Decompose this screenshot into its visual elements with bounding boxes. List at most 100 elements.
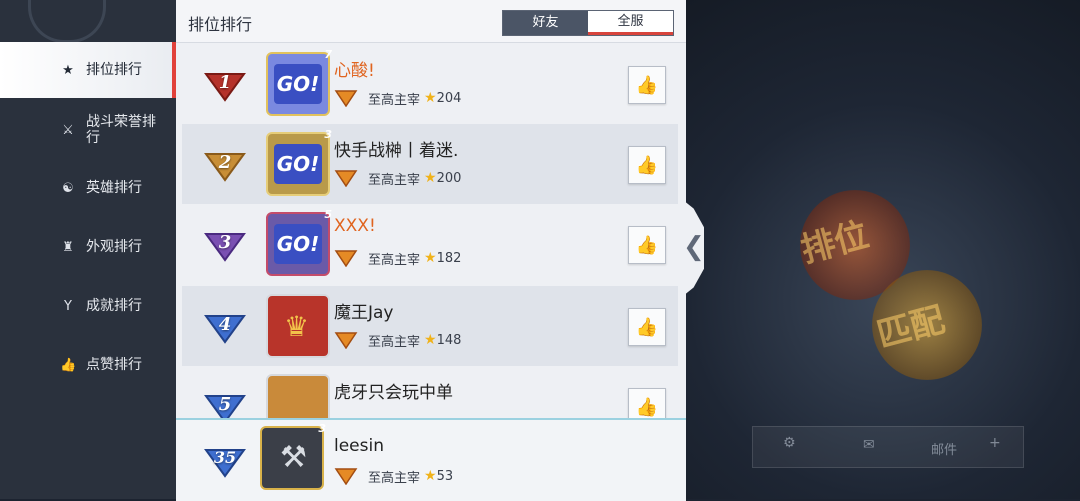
player-name: 心酸! [334,61,375,81]
sidebar-item-appearance[interactable]: ♜ 外观排行 [0,219,176,275]
like-button[interactable]: 👍 [628,146,666,184]
ranking-row: 1 GO! 7 心酸! 至高主宰 ★ 204 👍 [182,44,678,124]
avatar-frame [266,374,330,418]
avatar[interactable]: GO! 7 [266,48,332,116]
tier-info: 至高主宰 ★ 200 [334,168,461,188]
tier-info: 至高主宰 ★ 204 [334,88,461,108]
player-name: leesin [334,436,384,456]
thumbs-up-icon: 👍 [635,74,659,96]
tier-name: 至高主宰 [368,172,421,188]
plus-icon: + [989,435,1001,451]
avatar[interactable]: ♛ [266,294,330,358]
sidebar-item-label: 点赞排行 [86,357,142,373]
sidebar-item-heroes[interactable]: ☯ 英雄排行 [0,160,176,216]
sidebar-item-ranked[interactable]: ★ 排位排行 [0,42,176,98]
player-name: 快手战榊丨着迷. [334,141,459,161]
star-icon: ★ [424,468,437,484]
sidebar: ★ 排位排行 ⚔ 战斗荣誉排行 ☯ 英雄排行 ♜ 外观排行 Y 成就排行 👍 点… [0,0,176,499]
hammer-avatar-icon: ⚒ [280,440,307,475]
tier-info: 至高主宰 ★ 182 [334,248,461,268]
sidebar-item-achievements[interactable]: Y 成就排行 [0,278,176,334]
star-icon: ★ [62,62,74,78]
gear-icon: ⚙ [783,435,796,451]
like-button[interactable]: 👍 [628,226,666,264]
like-button[interactable]: 👍 [628,66,666,104]
avatar[interactable]: GO! 3 [266,128,332,196]
star-count: 182 [436,250,462,266]
thumbs-up-icon: 👍 [60,357,77,373]
star-count: 200 [436,170,462,186]
hero-icon: ☯ [62,180,74,196]
level-badge: 5 [324,208,332,221]
chevron-left-icon: ❮ [683,232,705,262]
level-badge: 3 [318,422,326,435]
tier-name: 至高主宰 [368,252,421,268]
rank-badge: 3 [202,226,248,262]
sidebar-item-likes[interactable]: 👍 点赞排行 [0,337,176,393]
player-name: XXX! [334,216,376,236]
star-icon: ★ [424,250,437,266]
rank-number: 3 [218,232,232,253]
thumbs-up-icon: 👍 [635,154,659,176]
sidebar-item-label: 外观排行 [86,239,142,255]
tab-global[interactable]: 全服 [588,11,673,35]
rank-badge: 2 [202,146,248,182]
star-icon: ★ [424,332,437,348]
sidebar-item-battle-honor[interactable]: ⚔ 战斗荣誉排行 [0,102,176,158]
tier-badge-icon [334,468,358,485]
level-badge: 3 [324,128,332,141]
sidebar-item-label: 英雄排行 [86,180,142,196]
rank-badge: 4 [202,308,248,344]
rank-badge: 5 [202,388,248,418]
background-bottom-bar: ⚙ ✉ 邮件 + [752,426,1024,468]
rank-badge: 1 [202,66,248,102]
star-icon: ★ [424,170,437,186]
tab-friends[interactable]: 好友 [503,11,588,35]
mail-icon: ✉ [863,437,875,453]
like-button[interactable]: 👍 [628,308,666,346]
avatar[interactable]: ⚒ 3 [260,422,326,490]
rank-badge: 35 [202,442,248,478]
tier-info: 至高主宰 ★ 53 [334,466,453,486]
ranking-row: 4 ♛ 魔王Jay 至高主宰 ★ 148 👍 [182,286,678,366]
panel-header: 排位排行 好友 全服 [176,0,686,43]
sidebar-item-label: 战斗荣誉排行 [86,114,156,146]
rank-number: 35 [213,448,237,467]
avatar[interactable]: GO! 5 [266,208,332,276]
tier-name: 至高主宰 [368,92,421,108]
go-avatar-icon: GO! [274,64,322,104]
rank-number: 4 [218,314,232,335]
rank-number: 5 [218,394,232,415]
scope-tabs: 好友 全服 [502,10,674,36]
go-avatar-icon: GO! [274,144,322,184]
sidebar-item-label: 成就排行 [86,298,142,314]
tier-name: 至高主宰 [368,334,421,350]
go-avatar-icon: GO! [274,224,322,264]
tier-badge-icon [334,250,358,267]
tier-badge-icon [334,90,358,107]
mail-label: 邮件 [931,443,958,458]
rank-number: 1 [218,72,232,93]
avatar[interactable] [266,374,330,418]
player-name: 虎牙只会玩中单 [334,383,453,403]
my-rank-row: 35 ⚒ 3 leesin 至高主宰 ★ 53 [176,418,686,501]
tier-info: 至高主宰 ★ 148 [334,330,461,350]
rank-number: 2 [218,152,232,173]
thumbs-up-icon: 👍 [635,316,659,338]
ranking-row: 2 GO! 3 快手战榊丨着迷. 至高主宰 ★ 200 👍 [182,124,678,204]
thumbs-up-icon: 👍 [635,234,659,256]
shirt-icon: ♜ [62,239,74,255]
tier-name: 至高主宰 [368,470,421,486]
star-icon: ★ [424,90,437,106]
star-count: 53 [436,468,454,484]
star-count: 204 [436,90,462,106]
level-badge: 7 [324,48,332,61]
thumbs-up-icon: 👍 [635,396,659,418]
crossed-swords-icon: ⚔ [62,122,74,138]
like-button[interactable]: 👍 [628,388,666,418]
star-count: 148 [436,332,462,348]
ranking-panel: 排位排行 好友 全服 1 GO! 7 心酸! 至高主宰 ★ 204 👍 2 GO… [176,0,686,501]
trophy-icon: Y [64,298,72,314]
crown-avatar-icon: ♛ [284,310,310,343]
sidebar-emblem-icon [28,0,106,43]
